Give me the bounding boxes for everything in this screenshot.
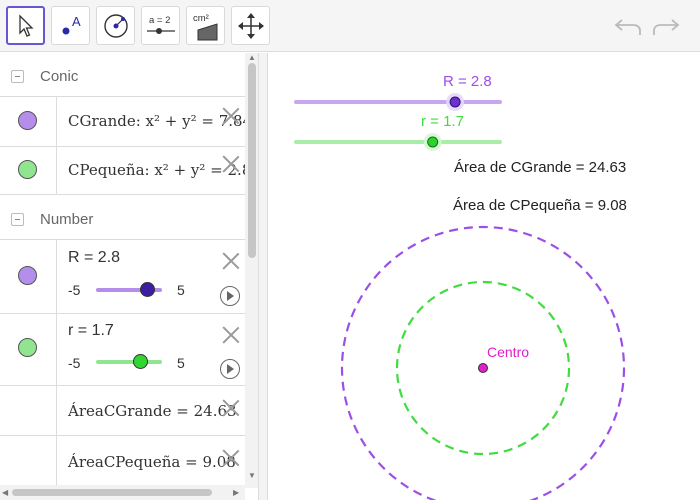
redo-icon — [653, 19, 680, 35]
algebra-item-text[interactable]: r = 1.7 — [68, 322, 114, 340]
slider-thumb[interactable] — [139, 282, 155, 297]
algebra-row-area-cpequena[interactable]: ÁreaCPequeña = 9.08 — [0, 436, 245, 486]
play-animation-icon[interactable] — [220, 359, 240, 379]
circle-tool-button[interactable] — [96, 6, 135, 45]
algebra-row-cpequena[interactable]: CPequeña: x² + y² = 2.89 — [0, 147, 258, 195]
slider-r-label[interactable]: r = 1.7 — [421, 113, 464, 130]
marble-cell — [0, 147, 57, 194]
collapse-icon[interactable] — [11, 213, 24, 226]
arrow-cursor-icon — [18, 13, 34, 37]
algebra-horizontal-scrollbar[interactable]: ◀ ▶ — [0, 485, 245, 500]
algebra-item-text[interactable]: ÁreaCPequeña = 9.08 — [68, 453, 236, 471]
redo-button[interactable] — [650, 12, 682, 40]
view-divider[interactable] — [258, 53, 268, 500]
move-tool-button[interactable] — [6, 6, 45, 45]
scroll-down-arrow-icon[interactable]: ▼ — [248, 471, 256, 480]
center-point[interactable] — [478, 363, 488, 373]
slider-R-thumb[interactable] — [449, 96, 461, 108]
algebra-view: Conic CGrande: x² + y² = 7.84 CPequeña: … — [0, 53, 258, 500]
algebra-row-slider-r[interactable]: r = 1.7 -5 5 — [0, 314, 245, 386]
geogebra-app: A a = 2 cm² Conic CGrande: x² + y² = 7.8… — [0, 0, 700, 500]
slider-max-label: 5 — [177, 355, 185, 371]
visibility-marble-icon[interactable] — [18, 160, 37, 179]
point-icon: A — [62, 14, 81, 34]
slider-r-thumb[interactable] — [427, 136, 439, 148]
delete-icon[interactable] — [222, 399, 239, 416]
delete-icon[interactable] — [222, 252, 239, 269]
undo-icon — [614, 19, 641, 35]
area-tool-button[interactable]: cm² — [186, 6, 225, 45]
scroll-right-arrow-icon[interactable]: ▶ — [233, 488, 239, 497]
marble-cell — [0, 436, 57, 486]
slider-max-label: 5 — [177, 282, 185, 298]
algebra-row-cgrande[interactable]: CGrande: x² + y² = 7.84 — [0, 97, 252, 147]
slider-min-label: -5 — [68, 355, 81, 371]
visibility-marble-icon[interactable] — [18, 111, 37, 130]
slider-R-label[interactable]: R = 2.8 — [443, 73, 492, 90]
algebra-vertical-scrollbar[interactable]: ▲ ▼ — [245, 53, 258, 488]
collapse-icon[interactable] — [11, 70, 24, 83]
graphics-view[interactable]: R = 2.8 r = 1.7 Área de CGrande = 24.63 … — [268, 53, 700, 500]
graphics-canvas[interactable] — [268, 53, 700, 500]
point-tool-button[interactable]: A — [51, 6, 90, 45]
scroll-left-arrow-icon[interactable]: ◀ — [2, 488, 8, 497]
slider-tool-button[interactable]: a = 2 — [141, 6, 180, 45]
undo-button[interactable] — [612, 12, 644, 40]
slider-track[interactable] — [96, 360, 162, 364]
move-graphics-view-tool-button[interactable] — [231, 6, 270, 45]
delete-icon[interactable] — [222, 326, 239, 343]
toolbar: A a = 2 cm² — [0, 0, 700, 52]
circle-center-point-icon — [103, 13, 128, 38]
algebra-item-text[interactable]: ÁreaCGrande = 24.63 — [68, 402, 237, 420]
algebra-row-area-cgrande[interactable]: ÁreaCGrande = 24.63 — [0, 386, 245, 436]
slider-min-label: -5 — [68, 282, 81, 298]
algebra-item-text[interactable]: R = 2.8 — [68, 249, 120, 267]
play-animation-icon[interactable] — [220, 286, 240, 306]
slider-icon: a = 2 — [146, 15, 175, 34]
group-label: Number — [40, 211, 94, 228]
marble-cell — [0, 386, 57, 435]
scroll-thumb[interactable] — [12, 489, 212, 496]
move-arrows-icon — [237, 12, 264, 39]
area-tool-glyph: cm² — [193, 13, 209, 24]
visibility-marble-icon[interactable] — [18, 338, 37, 357]
group-header-number[interactable]: Number — [0, 196, 245, 240]
slider-thumb[interactable] — [132, 354, 148, 369]
center-point-label[interactable]: Centro — [487, 344, 529, 360]
area-icon: cm² — [193, 13, 217, 40]
delete-icon[interactable] — [222, 449, 239, 466]
point-tool-glyph: A — [72, 14, 81, 29]
scroll-up-arrow-icon[interactable]: ▲ — [248, 53, 256, 62]
delete-icon[interactable] — [222, 155, 239, 172]
area-cpequena-text[interactable]: Área de CPequeña = 9.08 — [453, 197, 627, 214]
scroll-thumb[interactable] — [248, 63, 256, 258]
marble-cell — [0, 314, 57, 385]
marble-cell — [0, 97, 57, 146]
visibility-marble-icon[interactable] — [18, 266, 37, 285]
group-label: Conic — [40, 68, 79, 85]
area-cgrande-text[interactable]: Área de CGrande = 24.63 — [454, 159, 626, 176]
marble-cell — [0, 240, 57, 313]
delete-icon[interactable] — [222, 107, 239, 124]
group-header-conic[interactable]: Conic — [0, 53, 245, 97]
slider-tool-glyph: a = 2 — [149, 15, 170, 26]
algebra-row-slider-R[interactable]: R = 2.8 -5 5 — [0, 240, 245, 314]
